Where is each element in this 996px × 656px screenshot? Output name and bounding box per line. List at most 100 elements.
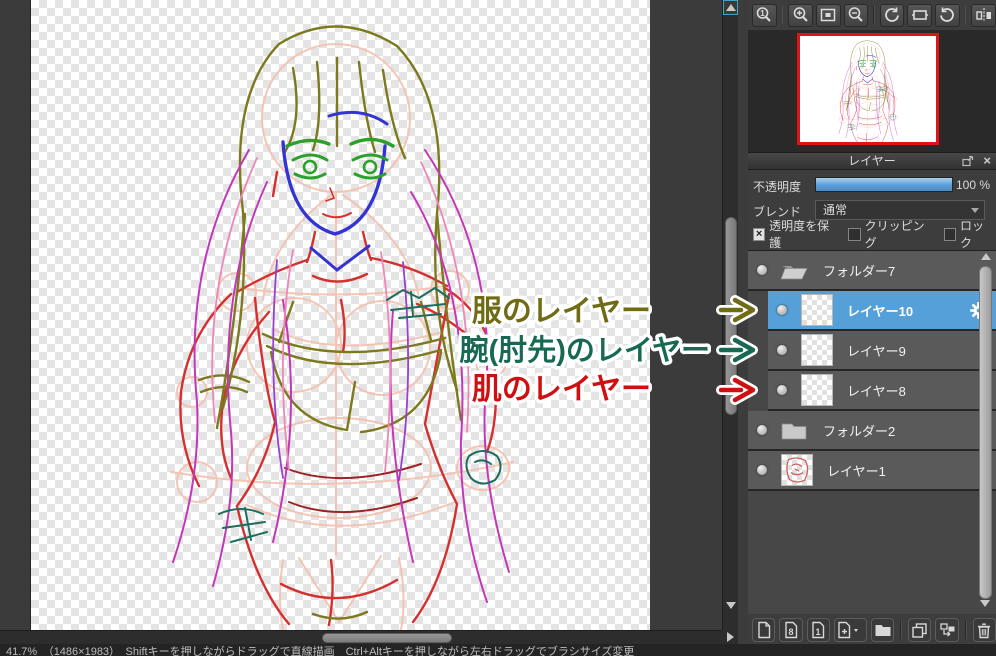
layer-panel-title: レイヤー bbox=[748, 153, 996, 169]
layer-thumbnail bbox=[801, 294, 833, 326]
chevron-down-icon bbox=[971, 208, 979, 213]
layer-name: レイヤー10 bbox=[847, 301, 913, 320]
layer-row-layer1[interactable]: レイヤー1 bbox=[748, 451, 996, 491]
zoom-out-button[interactable] bbox=[844, 4, 869, 27]
triangle-down-icon[interactable] bbox=[980, 600, 990, 607]
lock-checkbox[interactable]: ロック bbox=[944, 217, 993, 251]
svg-text:1: 1 bbox=[816, 627, 821, 637]
new-8bit-layer-icon: 8 bbox=[783, 621, 799, 639]
reset-rotation-icon bbox=[911, 6, 929, 24]
rotate-cw-icon bbox=[938, 6, 956, 24]
visibility-dot[interactable] bbox=[777, 305, 787, 315]
navigator-sketch-preview bbox=[800, 36, 936, 142]
layer-thumbnail bbox=[801, 374, 833, 406]
delete-layer-button[interactable] bbox=[973, 618, 996, 642]
protect-alpha-label: 透明度を保護 bbox=[769, 217, 835, 251]
layer-row-layer9[interactable]: レイヤー9 bbox=[768, 331, 996, 371]
fit-to-screen-icon bbox=[819, 6, 837, 24]
toolbar-separator bbox=[965, 6, 967, 24]
new-layer-icon bbox=[756, 621, 772, 639]
visibility-dot[interactable] bbox=[757, 425, 767, 435]
zoom-in-icon bbox=[792, 6, 810, 24]
sketch-thumbnail bbox=[782, 455, 812, 485]
new-folder-icon bbox=[874, 622, 892, 638]
opacity-slider[interactable] bbox=[815, 177, 953, 192]
close-icon[interactable]: × bbox=[983, 153, 991, 169]
rotate-ccw-icon bbox=[883, 6, 901, 24]
layer-options-row: × 透明度を保護 クリッピング ロック bbox=[753, 226, 993, 242]
lock-label: ロック bbox=[960, 217, 993, 251]
flip-horizontal-button[interactable] bbox=[971, 4, 996, 27]
folder-closed-icon bbox=[779, 419, 809, 441]
rotate-ccw-button[interactable] bbox=[880, 4, 905, 27]
clipping-checkbox[interactable]: クリッピング bbox=[848, 217, 930, 251]
right-panel: 1 bbox=[748, 0, 996, 644]
opacity-value: 100 % bbox=[952, 178, 990, 192]
layer-name: レイヤー9 bbox=[847, 341, 906, 360]
triangle-right-icon bbox=[727, 632, 734, 642]
merge-layer-button[interactable] bbox=[935, 618, 958, 642]
trash-icon bbox=[976, 622, 992, 639]
popout-icon[interactable] bbox=[962, 156, 974, 167]
triangle-down-icon bbox=[726, 602, 736, 609]
paint-app-window: { "colors": { "selected_layer_bg": "#55a… bbox=[0, 0, 996, 656]
new-folder-button[interactable] bbox=[871, 618, 894, 642]
layer-name: レイヤー8 bbox=[847, 381, 906, 400]
layer-row-folder2[interactable]: フォルダー2 bbox=[748, 411, 996, 451]
new-1bit-layer-button[interactable]: 1 bbox=[807, 618, 830, 642]
add-layer-icon bbox=[837, 621, 863, 639]
triangle-up-icon[interactable] bbox=[981, 253, 991, 260]
layer-row-layer8[interactable]: レイヤー8 bbox=[768, 371, 996, 411]
duplicate-layer-icon bbox=[911, 622, 928, 639]
drawing-canvas[interactable] bbox=[31, 0, 650, 630]
opacity-label: 不透明度 bbox=[753, 178, 801, 195]
svg-text:8: 8 bbox=[788, 627, 793, 637]
layer-name: レイヤー1 bbox=[827, 461, 886, 480]
toolbar-separator bbox=[965, 621, 967, 639]
layer-row-folder7[interactable]: フォルダー7 bbox=[748, 251, 996, 291]
navigator-toolbar: 1 bbox=[748, 2, 996, 28]
layer-row-layer10[interactable]: レイヤー10 bbox=[768, 291, 996, 331]
scroll-right-button[interactable] bbox=[722, 630, 738, 644]
toolbar-separator bbox=[782, 6, 784, 24]
visibility-dot[interactable] bbox=[757, 265, 767, 275]
annotation-arrow-clothes bbox=[716, 296, 762, 324]
layer-panel-header: レイヤー × bbox=[748, 152, 996, 170]
scroll-down-button[interactable] bbox=[724, 598, 738, 612]
navigator-panel bbox=[748, 30, 996, 152]
horizontal-scroll-thumb[interactable] bbox=[322, 633, 452, 643]
checkbox-unchecked-icon bbox=[944, 228, 956, 241]
layer-thumbnail bbox=[801, 334, 833, 366]
annotation-arrow-arm bbox=[716, 336, 762, 364]
duplicate-layer-button[interactable] bbox=[908, 618, 931, 642]
annotation-arrow-skin bbox=[716, 376, 762, 404]
new-layer-button[interactable] bbox=[752, 618, 775, 642]
rotate-cw-button[interactable] bbox=[935, 4, 960, 27]
zoom-100-button[interactable]: 1 bbox=[752, 4, 777, 27]
scroll-up-button[interactable] bbox=[723, 0, 738, 15]
zoom-in-button[interactable] bbox=[788, 4, 813, 27]
canvas-horizontal-scrollbar[interactable] bbox=[0, 630, 738, 644]
layer-list: フォルダー7 レイヤー10 レイヤー9 レイヤー8 bbox=[748, 250, 996, 614]
protect-alpha-checkbox[interactable]: × 透明度を保護 bbox=[753, 217, 835, 251]
layer-list-scrollbar[interactable] bbox=[977, 251, 994, 613]
navigator-thumbnail[interactable] bbox=[797, 33, 939, 145]
zoom-out-icon bbox=[847, 6, 865, 24]
fit-to-screen-button[interactable] bbox=[816, 4, 841, 27]
triangle-up-icon bbox=[726, 4, 736, 11]
visibility-dot[interactable] bbox=[777, 345, 787, 355]
layer-name: フォルダー7 bbox=[823, 261, 895, 280]
visibility-dot[interactable] bbox=[757, 465, 767, 475]
folder-open-icon bbox=[779, 259, 809, 281]
visibility-dot[interactable] bbox=[777, 385, 787, 395]
status-bar: 41.7% （1486×1983） Shiftキーを押しながらドラッグで直線描画… bbox=[0, 644, 996, 656]
layer-thumbnail bbox=[781, 454, 813, 486]
new-1bit-layer-icon: 1 bbox=[810, 621, 826, 639]
layer-toolbar: 8 1 bbox=[748, 616, 996, 644]
character-sketch bbox=[31, 0, 650, 630]
zoom-100-icon: 1 bbox=[755, 6, 773, 24]
new-8bit-layer-button[interactable]: 8 bbox=[779, 618, 802, 642]
reset-rotation-button[interactable] bbox=[907, 4, 932, 27]
add-layer-menu-button[interactable] bbox=[834, 618, 867, 642]
layer-list-scroll-thumb[interactable] bbox=[979, 266, 992, 599]
